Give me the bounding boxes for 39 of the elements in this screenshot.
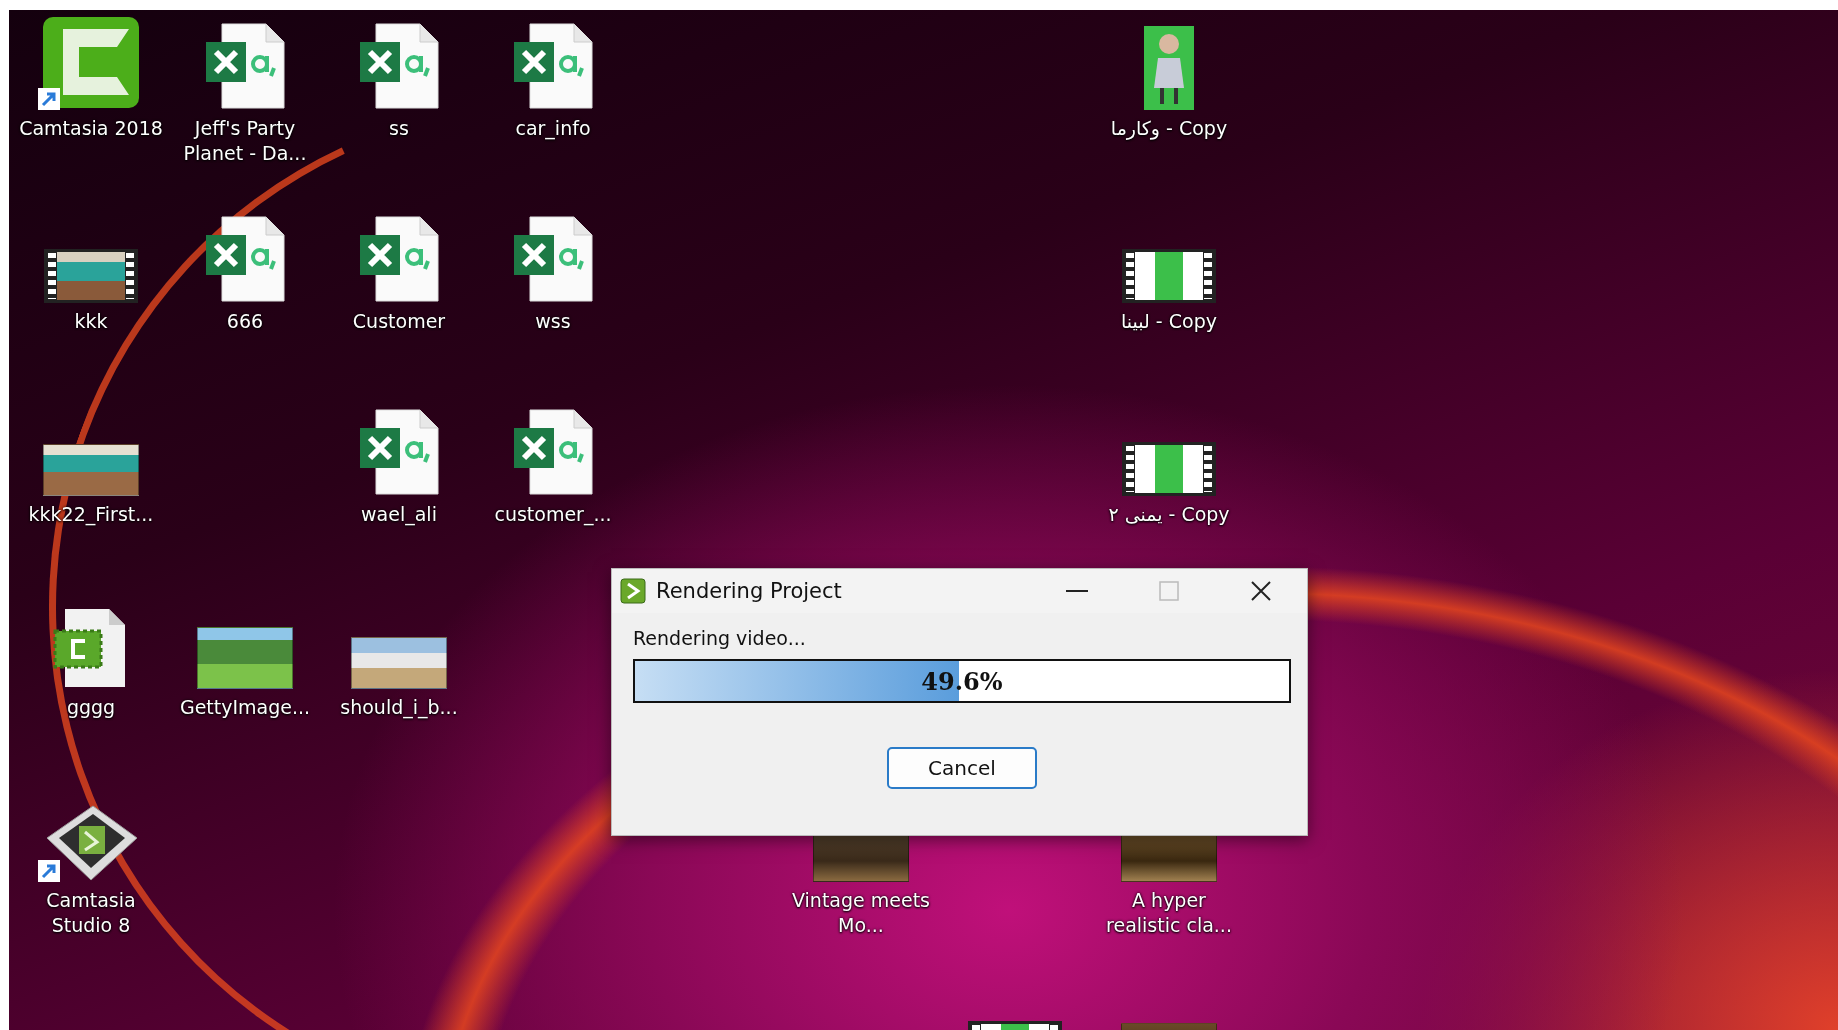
cancel-button[interactable]: Cancel bbox=[887, 747, 1037, 789]
camtasia-app-icon bbox=[620, 578, 646, 604]
spreadsheet-file-icon bbox=[358, 215, 440, 303]
camtasia-app-icon bbox=[41, 15, 141, 110]
desktop-icon-label[interactable]: GettyImage... bbox=[172, 695, 318, 720]
desktop-icon-label[interactable]: kkk bbox=[18, 309, 164, 334]
desktop-icon-label[interactable]: لبينا - Copy bbox=[1096, 309, 1242, 334]
desktop-icon-label[interactable]: Camtasia 2018 bbox=[18, 116, 164, 141]
desktop-icon-label[interactable]: A hyper realistic cla... bbox=[1096, 888, 1242, 938]
desktop-icon-label[interactable]: 666 bbox=[172, 309, 318, 334]
video-thumbnail-icon bbox=[44, 249, 138, 303]
status-text: Rendering video... bbox=[633, 627, 807, 649]
minimize-icon bbox=[1066, 589, 1088, 593]
desktop-icon-label[interactable]: Customer bbox=[326, 309, 472, 334]
maximize-icon bbox=[1159, 581, 1179, 601]
video-thumbnail-icon bbox=[1122, 249, 1216, 303]
desktop-icon-label[interactable]: ss bbox=[326, 116, 472, 141]
desktop-icon-label[interactable]: وكارما - Copy bbox=[1096, 116, 1242, 141]
desktop-icon-label[interactable]: Camtasia Studio 8 bbox=[18, 888, 164, 938]
desktop-icon-label[interactable]: Jeff's Party Planet - Da... bbox=[172, 116, 318, 166]
desktop-icon-label[interactable]: customer_... bbox=[480, 502, 626, 527]
desktop-icon-label[interactable]: car_info bbox=[480, 116, 626, 141]
character-thumbnail-icon bbox=[1144, 26, 1194, 110]
video-thumbnail-icon bbox=[1122, 442, 1216, 496]
spreadsheet-file-icon bbox=[512, 408, 594, 496]
desktop-icon-label[interactable]: wael_ali bbox=[326, 502, 472, 527]
spreadsheet-file-icon bbox=[512, 22, 594, 110]
spreadsheet-file-icon bbox=[358, 22, 440, 110]
spreadsheet-file-icon bbox=[512, 215, 594, 303]
desktop-icon-label[interactable]: gggg bbox=[18, 695, 164, 720]
desktop-icon-label[interactable]: يمنى ٢ - Copy bbox=[1096, 502, 1242, 527]
spreadsheet-file-icon bbox=[204, 22, 286, 110]
desktop-icon-label[interactable]: Vintage meets Mo... bbox=[788, 888, 934, 938]
spreadsheet-file-icon bbox=[204, 215, 286, 303]
desktop-icon-label[interactable]: should_i_b... bbox=[326, 695, 472, 720]
desktop-icon-label[interactable]: wss bbox=[480, 309, 626, 334]
close-icon bbox=[1250, 580, 1272, 602]
spreadsheet-file-icon bbox=[358, 408, 440, 496]
window-title: Rendering Project bbox=[656, 579, 843, 603]
